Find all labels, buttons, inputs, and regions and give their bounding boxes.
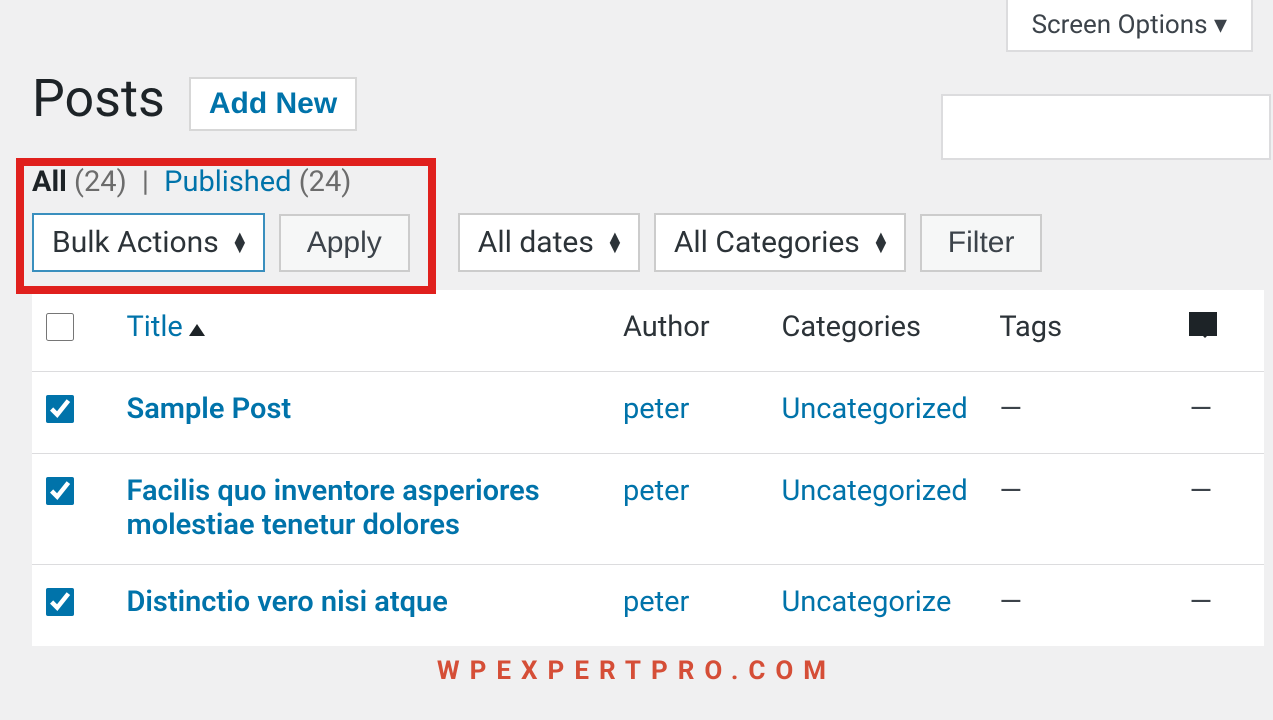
bulk-actions-label: Bulk Actions <box>52 225 219 260</box>
tags-value: — <box>999 474 1022 508</box>
filter-button[interactable]: Filter <box>920 214 1043 272</box>
comment-icon <box>1189 312 1217 336</box>
filter-published-count: (24) <box>299 165 352 199</box>
table-row: Distinctio vero nisi atque peter Uncategor… <box>32 565 1264 647</box>
sort-asc-icon <box>189 324 205 336</box>
chevron-updown-icon: ▲▼ <box>872 233 890 253</box>
category-link[interactable]: Uncategorized <box>781 392 967 426</box>
search-input[interactable] <box>941 94 1271 160</box>
tags-value: — <box>999 585 1022 619</box>
chevron-updown-icon: ▲▼ <box>606 233 624 253</box>
status-filter-links: All (24) | Published (24) <box>32 165 1273 199</box>
row-checkbox[interactable] <box>46 588 74 616</box>
table-row: Facilis quo inventore asperiores molesti… <box>32 454 1264 565</box>
column-author[interactable]: Author <box>613 290 771 372</box>
column-tags[interactable]: Tags <box>989 290 1179 372</box>
filter-all-count: (24) <box>74 165 127 199</box>
tags-value: — <box>999 392 1022 426</box>
category-link[interactable]: Uncategorize <box>781 585 951 619</box>
table-row: Sample Post peter Uncategorized — — <box>32 372 1264 454</box>
category-link[interactable]: Uncategorized <box>781 474 967 508</box>
select-all-checkbox[interactable] <box>46 313 74 341</box>
column-title[interactable]: Title <box>117 290 614 372</box>
comments-value: — <box>1189 474 1212 508</box>
dates-label: All dates <box>478 225 594 260</box>
author-link[interactable]: peter <box>623 474 689 508</box>
author-link[interactable]: peter <box>623 585 689 619</box>
screen-options-button[interactable]: Screen Options ▾ <box>1006 0 1253 52</box>
post-title-link[interactable]: Distinctio vero nisi atque <box>127 585 448 619</box>
post-title-link[interactable]: Facilis quo inventore asperiores molesti… <box>127 474 540 542</box>
author-link[interactable]: peter <box>623 392 689 426</box>
filter-all[interactable]: All <box>32 165 67 199</box>
categories-select[interactable]: All Categories ▲▼ <box>654 213 906 272</box>
column-comments[interactable] <box>1179 290 1264 372</box>
row-checkbox[interactable] <box>46 477 74 505</box>
row-checkbox[interactable] <box>46 395 74 423</box>
chevron-updown-icon: ▲▼ <box>231 233 249 253</box>
add-new-button[interactable]: Add New <box>189 77 357 131</box>
filter-separator: | <box>134 165 157 199</box>
watermark-text: WPEXPERTPRO.COM <box>437 656 836 686</box>
apply-button[interactable]: Apply <box>279 214 410 272</box>
posts-table: Title Author Categories Tags Sample Post… <box>32 290 1264 646</box>
comments-value: — <box>1189 585 1212 619</box>
filter-published[interactable]: Published <box>164 165 291 199</box>
comments-value: — <box>1189 392 1212 426</box>
post-title-link[interactable]: Sample Post <box>127 392 292 426</box>
column-categories[interactable]: Categories <box>771 290 989 372</box>
bulk-actions-select[interactable]: Bulk Actions ▲▼ <box>32 213 265 272</box>
categories-label: All Categories <box>674 225 860 260</box>
page-title: Posts <box>32 68 165 129</box>
dates-select[interactable]: All dates ▲▼ <box>458 213 640 272</box>
